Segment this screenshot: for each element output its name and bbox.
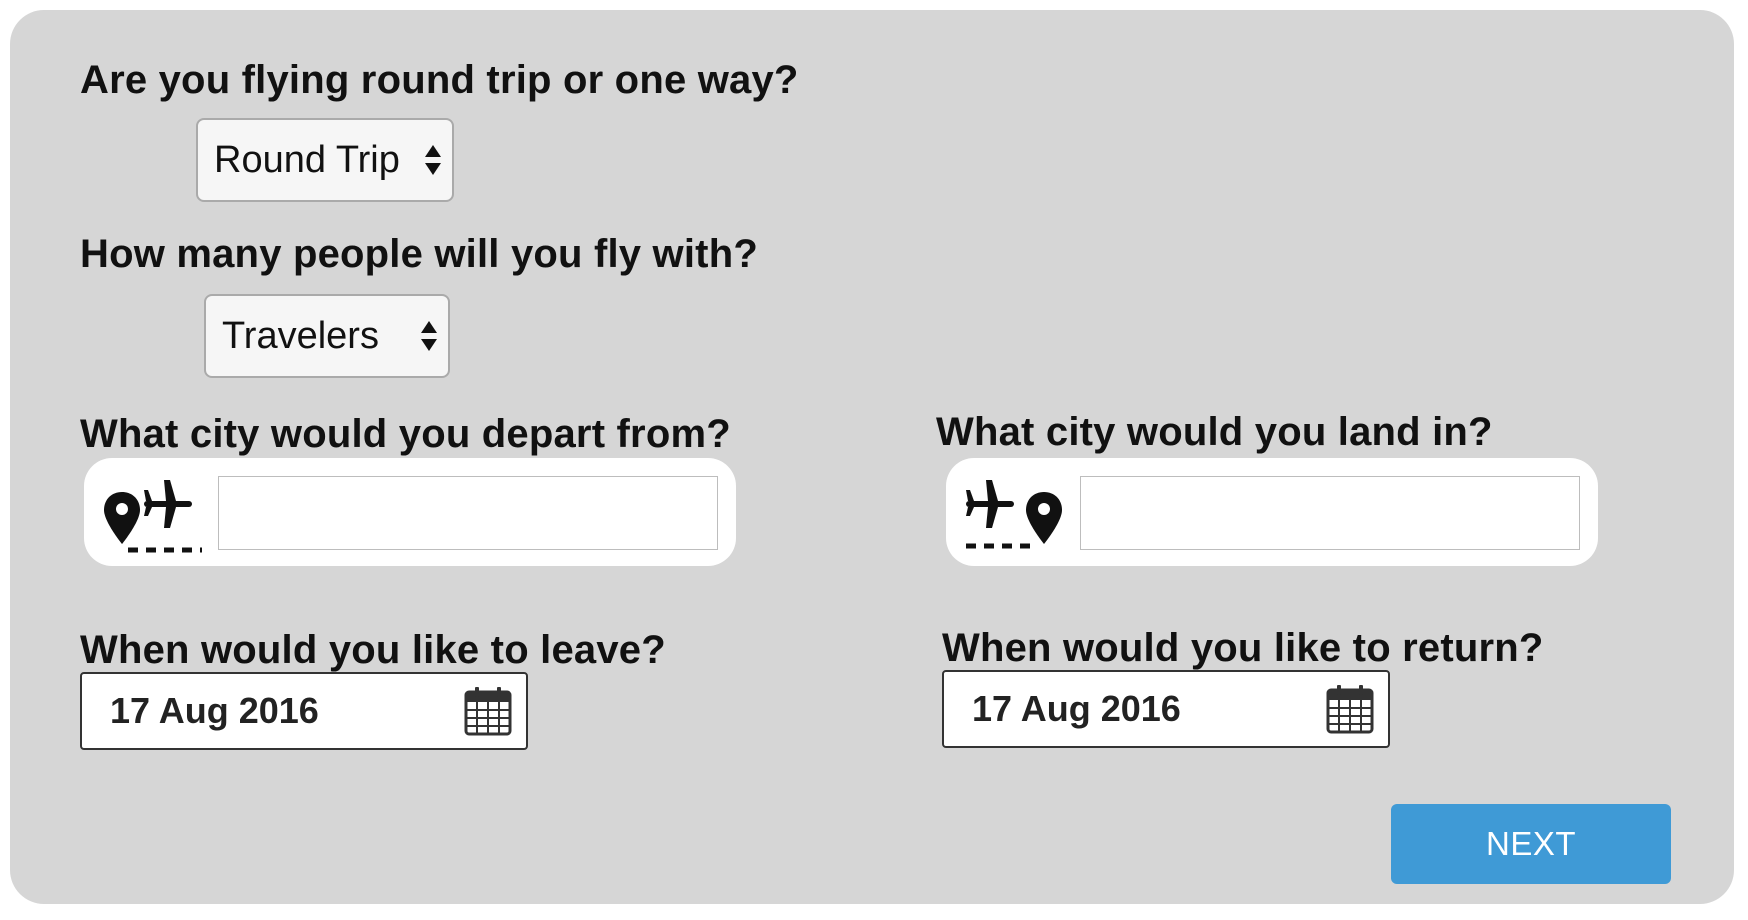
leave-date-question: When would you like to leave? <box>80 628 666 672</box>
trip-type-selected-value: Round Trip <box>214 138 400 181</box>
booking-form-panel: Are you flying round trip or one way? Ro… <box>10 10 1734 904</box>
depart-city-box <box>84 458 736 566</box>
next-button[interactable]: NEXT <box>1391 804 1671 884</box>
up-down-arrows-icon <box>425 145 441 175</box>
land-city-input[interactable] <box>1080 476 1580 550</box>
depart-city-input[interactable] <box>218 476 718 550</box>
trip-type-select[interactable]: Round Trip <box>196 118 454 202</box>
return-date-value: 17 Aug 2016 <box>972 688 1181 729</box>
land-city-question: What city would you land in? <box>936 410 1493 454</box>
calendar-icon[interactable] <box>464 686 512 736</box>
pin-plane-depart-icon <box>104 480 202 553</box>
leave-date-field[interactable]: 17 Aug 2016 <box>80 672 528 750</box>
leave-date-value: 17 Aug 2016 <box>110 690 319 731</box>
calendar-icon[interactable] <box>1326 684 1374 734</box>
return-date-question: When would you like to return? <box>942 626 1544 670</box>
travelers-question: How many people will you fly with? <box>80 232 758 276</box>
trip-type-question: Are you flying round trip or one way? <box>80 58 799 102</box>
plane-pin-arrive-icon <box>966 480 1062 549</box>
depart-city-question: What city would you depart from? <box>80 412 731 456</box>
travelers-select[interactable]: Travelers <box>204 294 450 378</box>
return-date-field[interactable]: 17 Aug 2016 <box>942 670 1390 748</box>
land-city-box <box>946 458 1598 566</box>
travelers-selected-value: Travelers <box>222 314 379 357</box>
up-down-arrows-icon <box>421 321 437 351</box>
